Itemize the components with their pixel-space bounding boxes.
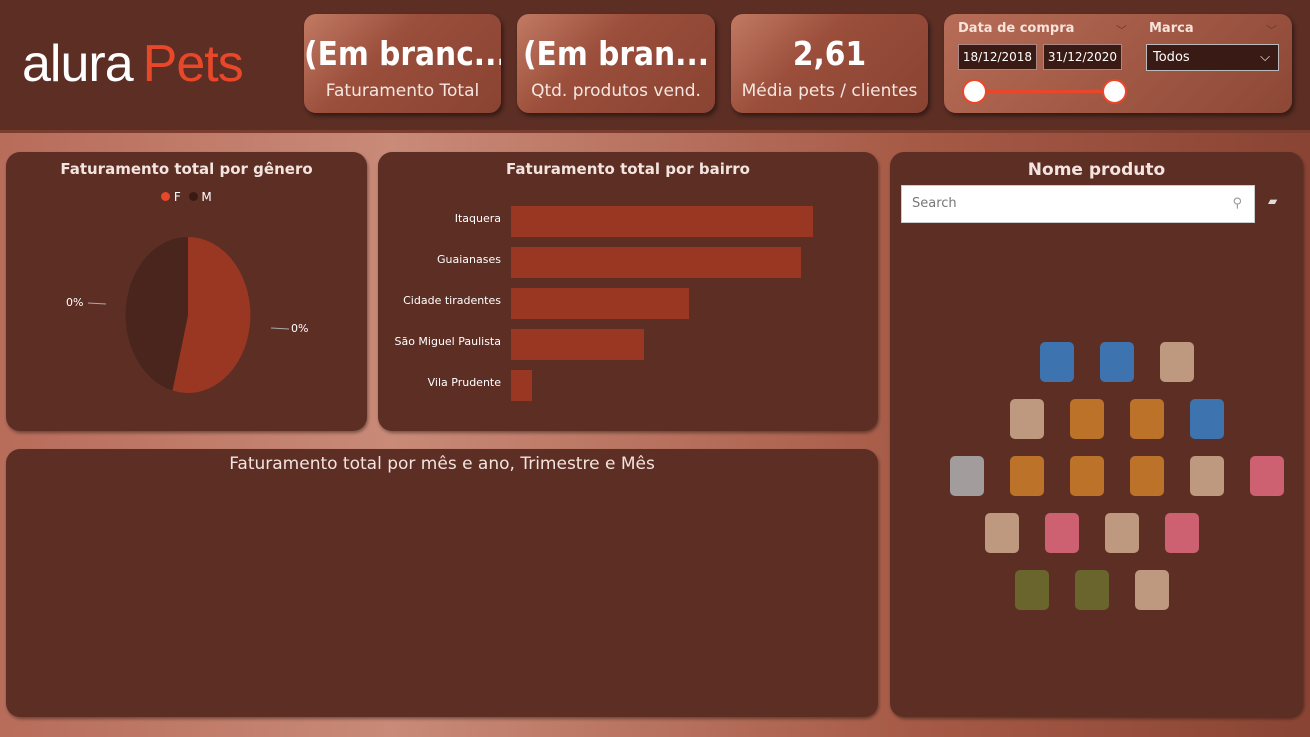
eraser-icon[interactable]: ▰ <box>1268 194 1277 208</box>
date-slider-end-handle[interactable] <box>1102 79 1127 104</box>
cat-food-bag-blue-icon[interactable] <box>1190 399 1224 439</box>
dog-food-bag-blue-icon[interactable] <box>1100 342 1134 382</box>
bone-toy-icon[interactable] <box>985 513 1019 553</box>
collar-red-icon[interactable] <box>1130 456 1164 496</box>
pet-food-bag-icon[interactable] <box>1160 342 1194 382</box>
chevron-down-icon[interactable]: ﹀ <box>1266 22 1277 38</box>
pie-label-f: 0% <box>291 322 309 335</box>
product-slicer-title: Nome produto <box>1027 160 1166 180</box>
mouse-toy-icon[interactable] <box>950 456 984 496</box>
pie-chart <box>87 237 290 393</box>
filters-panel: Data de compra ﹀ 18/12/2018 31/12/2020 M… <box>944 14 1292 113</box>
canned-food-icon[interactable] <box>1105 513 1139 553</box>
timeline-panel: Faturamento total por mês e ano, Trimest… <box>6 449 878 717</box>
brand-select[interactable]: Todos ⌵ <box>1146 44 1279 71</box>
fishing-toy-icon[interactable] <box>1135 570 1169 610</box>
treat-package-pink-icon[interactable] <box>1045 513 1079 553</box>
bar-label: Vila Prudente <box>427 376 501 389</box>
date-slider-start-handle[interactable] <box>962 79 987 104</box>
date-filter-label: Data de compra <box>958 21 1075 36</box>
bar[interactable] <box>511 329 644 360</box>
pie-leader-line <box>270 327 290 330</box>
date-end-input[interactable]: 31/12/2020 <box>1043 44 1122 70</box>
product-slicer-panel: Nome produto Search ⚲ ▰ <box>890 152 1303 717</box>
pet-food-bag-icon[interactable] <box>1010 399 1044 439</box>
alura-pets-logo: alura Pets <box>22 35 244 93</box>
collar-tag-icon[interactable] <box>1130 399 1164 439</box>
bar[interactable] <box>511 247 801 278</box>
pet-vest-green-icon[interactable] <box>1015 570 1049 610</box>
pet-coat-pink-icon[interactable] <box>1250 456 1284 496</box>
gender-pie-panel: Faturamento total por gênero F M 0% 0% <box>6 152 367 431</box>
bar-label: Guaianases <box>437 253 501 266</box>
timeline-title: Faturamento total por mês e ano, Trimest… <box>229 454 655 474</box>
bairro-bar-panel: Faturamento total por bairro Itaquera Gua… <box>378 152 878 431</box>
pet-vest-green-icon[interactable] <box>1075 570 1109 610</box>
chevron-down-icon: ⌵ <box>1260 50 1270 65</box>
kpi-label: Média pets / clientes <box>741 81 918 101</box>
date-slider-track[interactable] <box>974 90 1114 93</box>
kpi-card-qtd-produtos: (Em bran... Qtd. produtos vend. <box>517 14 715 113</box>
kpi-value: (Em branc... <box>304 34 501 73</box>
bar[interactable] <box>511 288 690 319</box>
brand-filter-label: Marca <box>1149 21 1194 36</box>
dog-collar-icon[interactable] <box>1010 456 1044 496</box>
bar[interactable] <box>511 370 533 401</box>
pie-leader-line <box>87 302 107 305</box>
bar-title: Faturamento total por bairro <box>506 160 750 178</box>
kpi-label: Qtd. produtos vend. <box>531 81 701 101</box>
bar-label: Itaquera <box>454 212 501 225</box>
cat-food-bag-blue-icon[interactable] <box>1040 342 1074 382</box>
kpi-label: Faturamento Total <box>325 81 480 101</box>
product-search-input[interactable]: Search ⚲ <box>901 185 1255 223</box>
chevron-down-icon[interactable]: ﹀ <box>1116 22 1127 38</box>
search-icon: ⚲ <box>1232 196 1242 211</box>
kpi-card-faturamento: (Em branc... Faturamento Total <box>304 14 501 113</box>
bar[interactable] <box>511 206 813 237</box>
kpi-value: (Em bran... <box>522 34 710 73</box>
ball-toy-icon[interactable] <box>1070 456 1104 496</box>
pet-food-bag-icon[interactable] <box>1190 456 1224 496</box>
kpi-value: 2,61 <box>792 34 867 73</box>
pet-coat-pink-icon[interactable] <box>1165 513 1199 553</box>
pie-label-m: 0% <box>66 296 84 309</box>
bar-label: Cidade tiradentes <box>403 294 501 307</box>
bar-label: São Miguel Paulista <box>394 335 501 348</box>
dog-toy-icon[interactable] <box>1070 399 1104 439</box>
date-start-input[interactable]: 18/12/2018 <box>958 44 1037 70</box>
header: alura Pets (Em branc... Faturamento Total… <box>0 0 1310 133</box>
kpi-card-media-pets: 2,61 Média pets / clientes <box>731 14 928 113</box>
